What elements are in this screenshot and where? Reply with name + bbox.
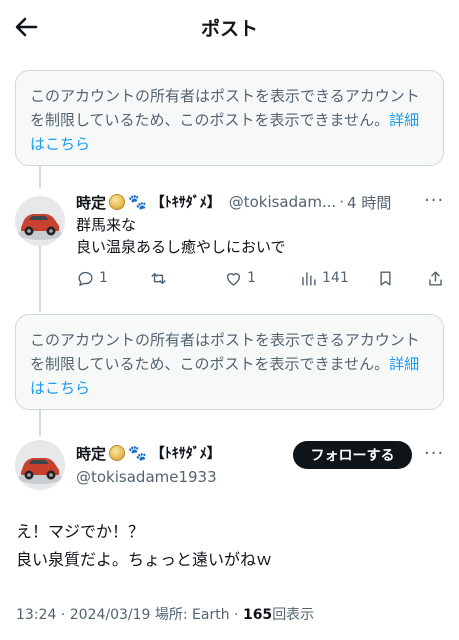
restricted-post-notice: このアカウントの所有者はポストを表示できるアカウントを制限しているため、このポス… [15,70,444,166]
reply-line: 良い温泉あるし癒やしにおいで [76,238,286,256]
views-button[interactable]: 141 [299,264,349,292]
author-name-tag[interactable]: 【ﾄｷｻﾀﾞﾒ】 [151,192,221,212]
share-button[interactable] [426,264,445,292]
share-upload-icon [429,270,442,286]
separator-dot: · [234,607,239,623]
bookmark-button[interactable] [376,264,395,292]
main-post-text: え！マジでか！？ 良い泉質だよ。ちょっと遠いがねｗ [16,518,272,574]
view-count: 165 [242,607,273,623]
more-options-icon[interactable]: ··· [424,443,444,464]
bookmark-icon [380,270,391,286]
heart-icon [226,272,241,286]
separator-dot: · [60,607,66,623]
analytics-bars-icon [302,271,316,286]
author-handle[interactable]: @tokisadame1933 [76,468,217,486]
notice-text: このアカウントの所有者はポストを表示できるアカウントを制限しているため、このポス… [30,331,420,373]
reply-author-row: 時定 🐾 【ﾄｷｻﾀﾞﾒ】 @tokisadam... · 4 時間 [76,190,391,214]
post-location: 場所: Earth [154,607,230,623]
post-time[interactable]: 4 時間 [347,192,391,213]
post-date[interactable]: 2024/03/19 [70,607,151,623]
reply-button[interactable]: 1 [76,264,108,292]
more-options-icon[interactable]: ··· [424,190,444,211]
author-handle[interactable]: @tokisadam... [229,193,337,211]
coin-emoji-icon [109,194,126,210]
paw-emoji-icon: 🐾 [128,193,147,211]
coin-emoji-icon [109,445,126,461]
repost-button[interactable] [149,264,172,292]
restricted-post-notice: このアカウントの所有者はポストを表示できるアカウントを制限しているため、このポス… [15,314,444,410]
post-metadata: 13:24 · 2024/03/19 場所: Earth · 165回表示 [16,604,314,624]
post-time[interactable]: 13:24 [16,607,56,623]
repost-icon [151,272,166,284]
page-title: ポスト [200,18,258,40]
separator-dot: · [339,193,345,211]
author-name[interactable]: 時定 [76,443,106,464]
avatar[interactable] [15,440,65,490]
main-handle-row: @tokisadame1933 [76,465,217,489]
post-line: え！マジでか！？ [16,522,145,541]
like-button[interactable]: 1 [224,264,256,292]
author-name-tag[interactable]: 【ﾄｷｻﾀﾞﾒ】 [151,443,221,463]
paw-emoji-icon: 🐾 [128,444,147,462]
thread-line [39,246,41,312]
reply-line: 群馬来な [76,216,137,234]
like-count: 1 [247,270,256,286]
reply-text: 群馬来な 良い温泉あるし癒やしにおいで [76,214,286,258]
avatar[interactable] [15,196,65,246]
top-bar: ポスト [0,0,459,56]
reply-count: 1 [99,270,108,286]
notice-text: このアカウントの所有者はポストを表示できるアカウントを制限しているため、このポス… [30,87,420,129]
view-count: 141 [322,270,349,286]
thread-line [39,166,41,188]
thread-line [39,410,41,436]
views-label: 回表示 [272,607,315,623]
reply-action-bar: 1 1 141 [76,264,446,292]
author-name[interactable]: 時定 [76,192,106,213]
follow-button[interactable]: フォローする [293,441,412,469]
main-author-row: 時定 🐾 【ﾄｷｻﾀﾞﾒ】 [76,441,221,465]
post-line: 良い泉質だよ。ちょっと遠いがねｗ [16,550,273,569]
reply-bubble-icon [78,271,93,286]
